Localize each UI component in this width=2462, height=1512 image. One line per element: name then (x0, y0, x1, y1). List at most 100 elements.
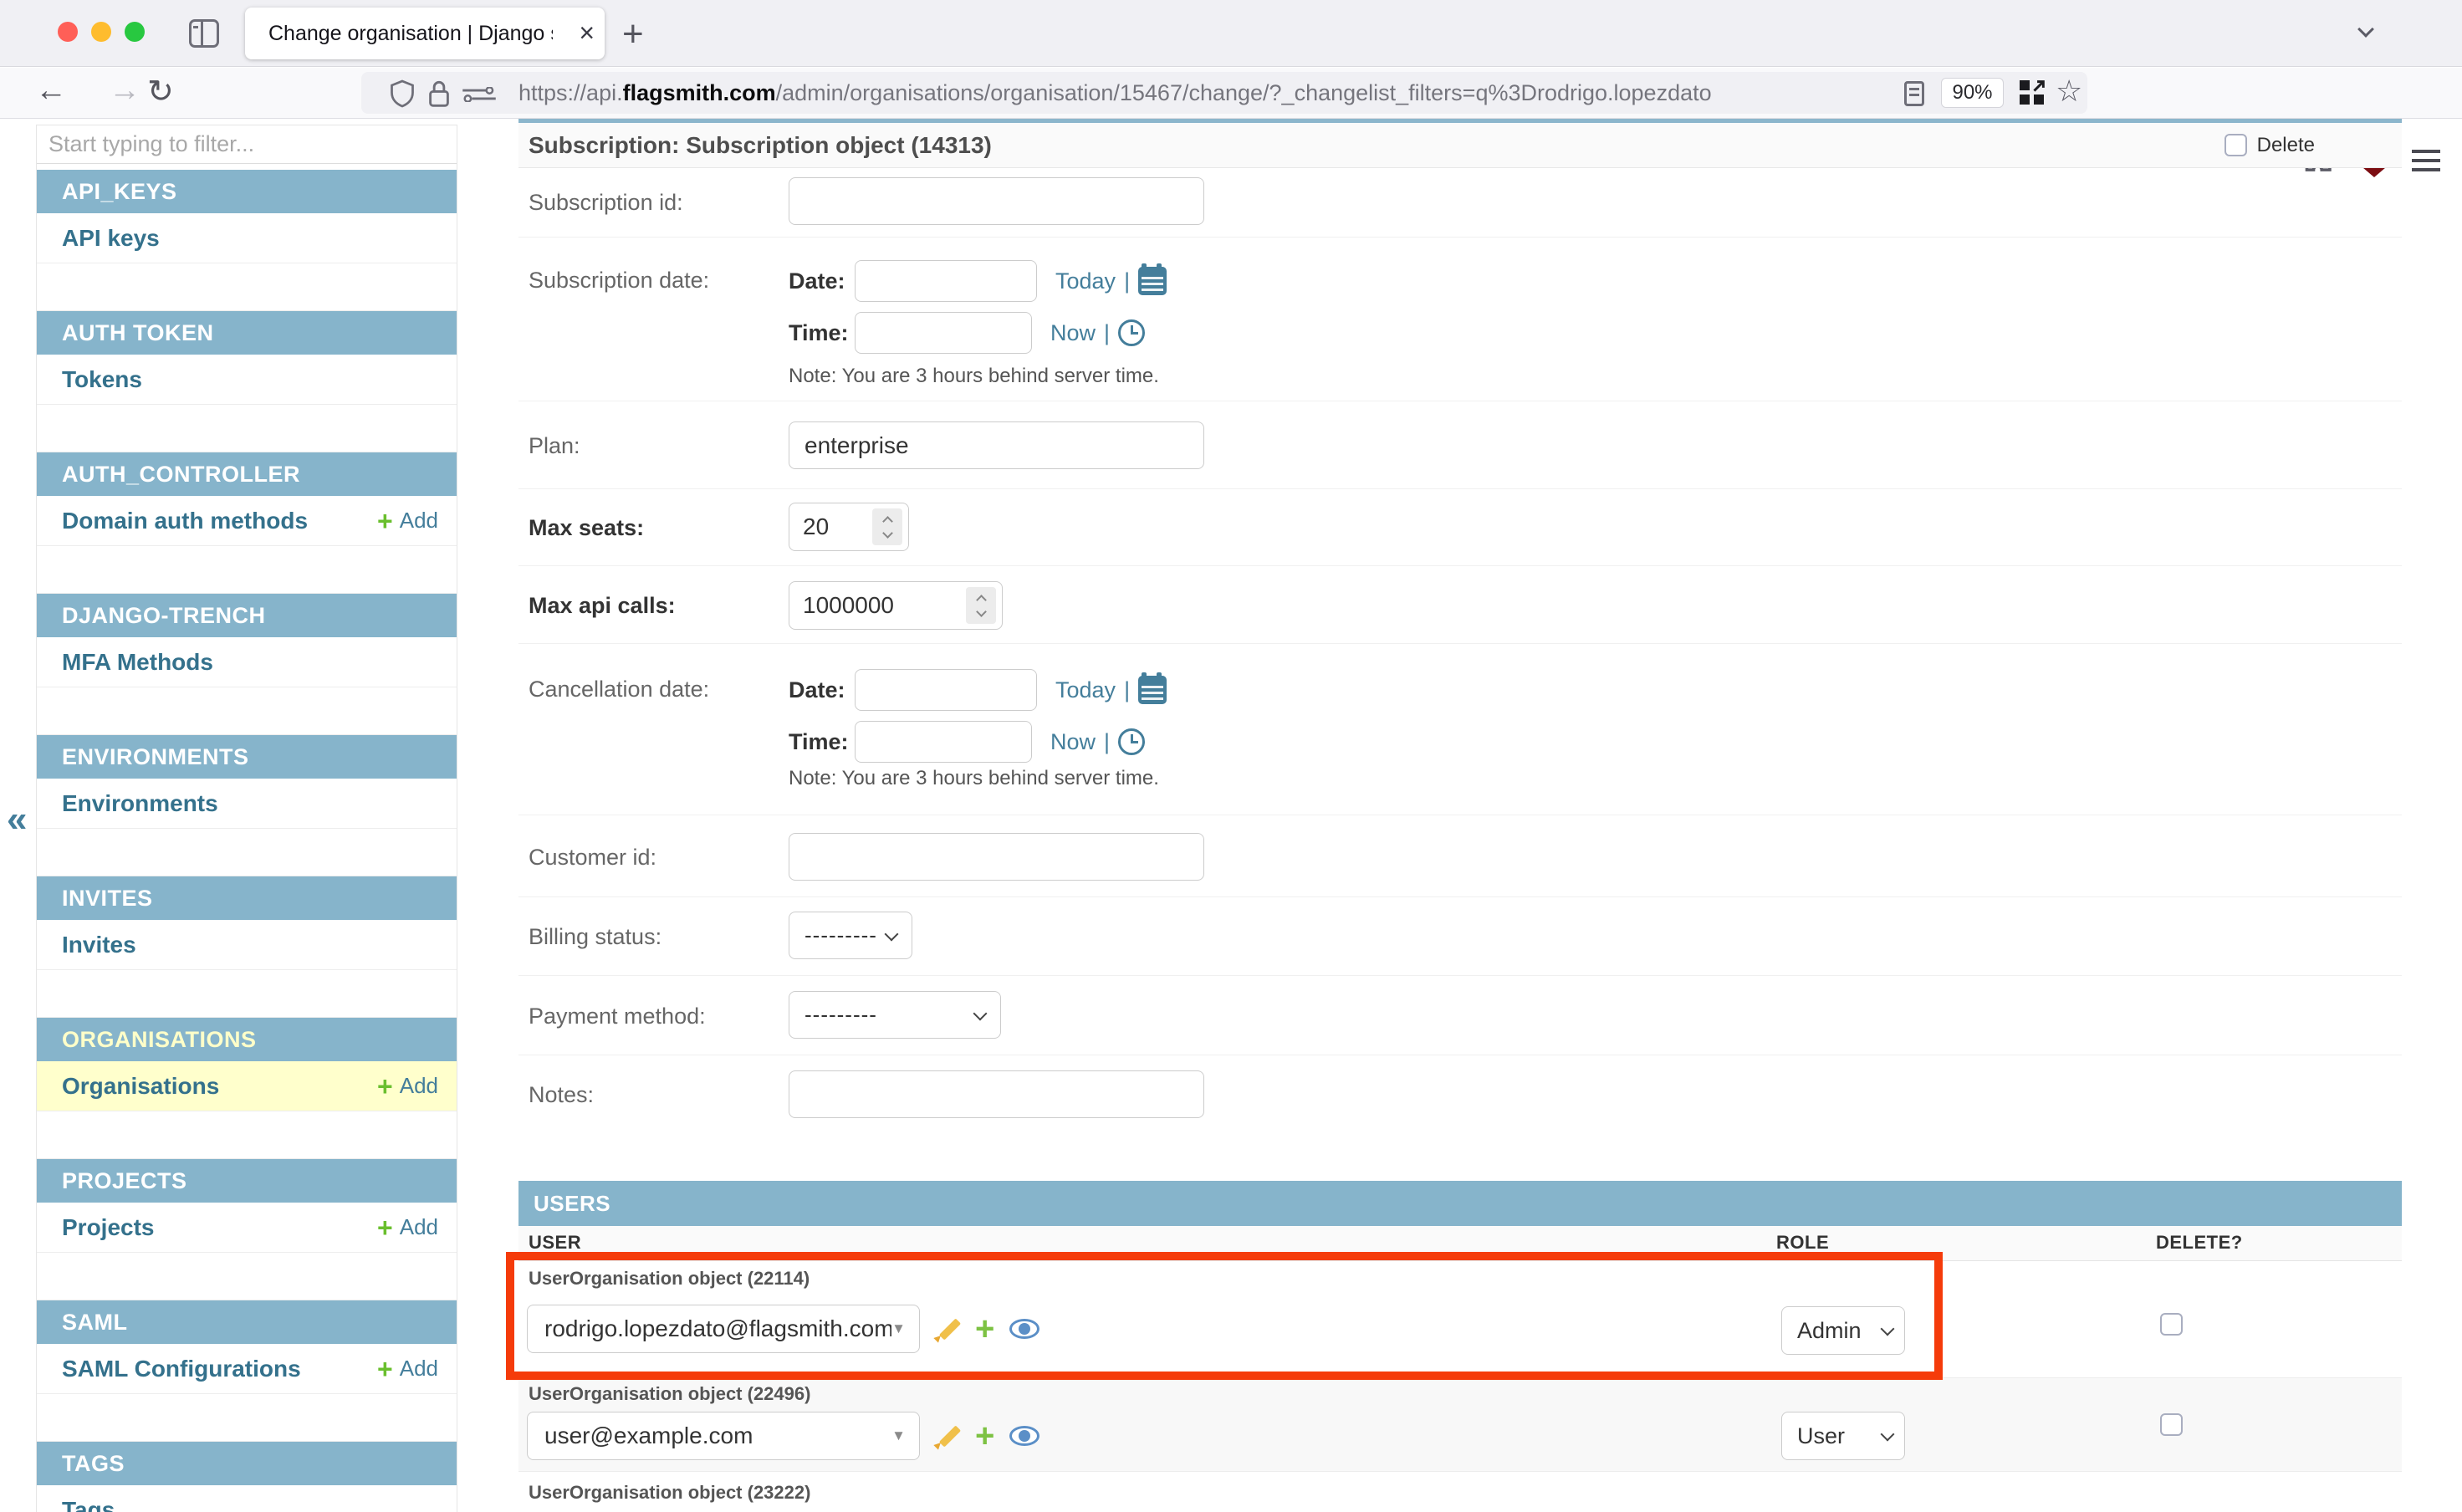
tracking-shield-icon[interactable] (390, 79, 415, 108)
column-delete: DELETE? (2156, 1232, 2243, 1254)
now-link[interactable]: Now (1050, 320, 1096, 346)
user-row: UserOrganisation object (22114) rodrigo.… (518, 1261, 2402, 1378)
navigation-toolbar: ← → ↻ https://api.flagsmith.com/admin/or… (0, 68, 2462, 119)
maximize-window-button[interactable] (125, 22, 145, 42)
chevron-down-icon (1881, 1428, 1895, 1442)
number-spinner[interactable] (872, 508, 902, 545)
users-section-header: USERS (518, 1181, 2402, 1226)
url-text[interactable]: https://api.flagsmith.com/admin/organisa… (518, 80, 1882, 106)
form-row-subscription-id: Subscription id: (518, 168, 2402, 238)
subscription-id-input[interactable] (789, 177, 1204, 225)
delete-user-checkbox[interactable] (2160, 1313, 2183, 1336)
clock-icon[interactable] (1118, 728, 1145, 755)
form-row-max-seats: Max seats: 20 (518, 489, 2402, 566)
sidebar-item-domain-auth-methods[interactable]: Domain auth methods +Add (37, 496, 457, 546)
sidebar-collapse-icon[interactable]: « (7, 799, 27, 840)
chevron-down-icon (973, 1006, 988, 1020)
today-link[interactable]: Today (1055, 268, 1116, 294)
plan-input[interactable] (789, 421, 1204, 469)
delete-label: Delete (2257, 134, 2315, 157)
subscription-heading: Subscription: Subscription object (14313… (518, 132, 992, 159)
calendar-icon[interactable] (1138, 267, 1167, 295)
back-button[interactable]: ← (35, 73, 67, 109)
url-bar[interactable]: https://api.flagsmith.com/admin/organisa… (361, 72, 2087, 114)
add-project-link[interactable]: +Add (377, 1214, 438, 1240)
reader-mode-icon[interactable] (1904, 81, 1924, 106)
add-plus-icon[interactable]: + (975, 1423, 994, 1448)
user-organisation-object-label: UserOrganisation object (22496) (529, 1383, 810, 1405)
clock-icon[interactable] (1118, 319, 1145, 346)
list-all-tabs-icon[interactable] (2360, 23, 2378, 42)
max-api-calls-input[interactable]: 1000000 (789, 581, 1003, 630)
sidebar-item-tokens[interactable]: Tokens (37, 355, 457, 405)
payment-method-select[interactable]: --------- (789, 991, 1001, 1039)
server-time-note: Note: You are 3 hours behind server time… (789, 365, 1159, 388)
reload-button[interactable]: ↻ (147, 73, 174, 110)
browser-window: Change organisation | Django site ac × +… (0, 0, 2462, 1512)
view-eye-icon[interactable] (1009, 1319, 1039, 1339)
sidebar-section-tags: TAGS (37, 1442, 457, 1485)
sidebar-section-projects: PROJECTS (37, 1159, 457, 1203)
sidebar-item-api-keys[interactable]: API keys (37, 213, 457, 263)
bookmark-star-icon[interactable]: ☆ (2056, 74, 2082, 109)
sidebar-filter-input[interactable] (37, 125, 457, 164)
sidebar-section-environments: ENVIRONMENTS (37, 735, 457, 779)
active-tab[interactable]: Change organisation | Django site ac × (245, 8, 605, 59)
sidebar-item-environments[interactable]: Environments (37, 779, 457, 829)
delete-user-checkbox[interactable] (2160, 1413, 2183, 1436)
cancellation-time-input[interactable] (855, 721, 1032, 763)
zoom-level-button[interactable]: 90% (1941, 78, 2004, 108)
sidebar-item-saml-configurations[interactable]: SAML Configurations +Add (37, 1344, 457, 1394)
forward-button[interactable]: → (109, 73, 140, 109)
subscription-time-input[interactable] (855, 312, 1032, 354)
notes-input[interactable] (789, 1070, 1204, 1118)
today-link[interactable]: Today (1055, 677, 1116, 703)
billing-status-select[interactable]: --------- (789, 912, 912, 959)
role-select[interactable]: Admin (1781, 1306, 1905, 1355)
role-select[interactable]: User (1781, 1412, 1905, 1460)
add-domain-auth-method-link[interactable]: +Add (377, 508, 438, 534)
minimize-window-button[interactable] (91, 22, 111, 42)
sidebar-item-mfa-methods[interactable]: MFA Methods (37, 637, 457, 687)
user-organisation-object-label: UserOrganisation object (23222) (529, 1482, 810, 1504)
edit-pencil-icon[interactable] (935, 1423, 960, 1448)
user-select[interactable]: rodrigo.lopezdato@flagsmith.com▼ (527, 1305, 920, 1353)
close-window-button[interactable] (58, 22, 78, 42)
permissions-icon[interactable] (462, 87, 497, 102)
dropdown-arrow-icon: ▼ (891, 1428, 906, 1444)
edit-pencil-icon[interactable] (935, 1316, 960, 1341)
menu-hamburger-icon[interactable] (2412, 150, 2440, 171)
plus-icon: + (377, 1217, 393, 1239)
number-spinner[interactable] (966, 587, 996, 624)
sidebar-item-tags[interactable]: Tags (37, 1485, 457, 1512)
user-row: UserOrganisation object (23222) (518, 1472, 2402, 1512)
sidebar-item-projects[interactable]: Projects +Add (37, 1203, 457, 1253)
user-select[interactable]: user@example.com▼ (527, 1412, 920, 1460)
customer-id-input[interactable] (789, 833, 1204, 881)
add-plus-icon[interactable]: + (975, 1316, 994, 1341)
calendar-icon[interactable] (1138, 676, 1167, 704)
view-eye-icon[interactable] (1009, 1426, 1039, 1446)
add-saml-configuration-link[interactable]: +Add (377, 1356, 438, 1382)
sidebar-section-invites: INVITES (37, 876, 457, 920)
subscription-date-input[interactable] (855, 260, 1037, 302)
delete-checkbox[interactable] (2224, 134, 2247, 156)
sidebar-section-django-trench: DJANGO-TRENCH (37, 594, 457, 637)
tab-close-icon[interactable]: × (579, 18, 595, 48)
sidebar-item-invites[interactable]: Invites (37, 920, 457, 970)
now-link[interactable]: Now (1050, 729, 1096, 755)
sidebar-section-saml: SAML (37, 1300, 457, 1344)
user-organisation-object-label: UserOrganisation object (22114) (529, 1268, 810, 1290)
squares-icon[interactable] (2020, 80, 2045, 105)
max-seats-input[interactable]: 20 (789, 503, 909, 551)
plus-icon: + (377, 1358, 393, 1380)
browser-sidebar-toggle-icon[interactable] (189, 19, 219, 48)
sidebar-item-organisations[interactable]: Organisations +Add (37, 1061, 457, 1111)
add-organisation-link[interactable]: +Add (377, 1073, 438, 1099)
form-row-cancellation-date: Cancellation date: Date: Today| Time: No… (518, 644, 2402, 815)
new-tab-button[interactable]: + (622, 13, 644, 55)
lock-icon[interactable] (428, 79, 450, 108)
delete-subscription-control: Delete (2224, 134, 2315, 157)
tab-bar: Change organisation | Django site ac × + (0, 0, 2462, 67)
cancellation-date-input[interactable] (855, 669, 1037, 711)
